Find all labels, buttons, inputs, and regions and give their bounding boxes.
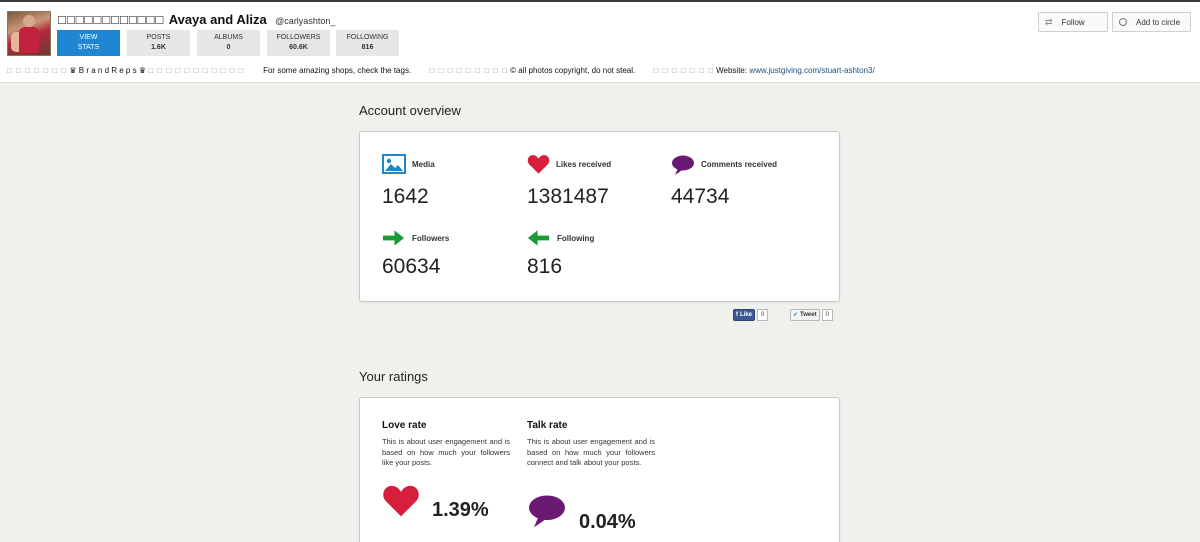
tweet-button[interactable]: ➶ Tweet: [790, 308, 820, 321]
ratings-card: Love rate This is about user engagement …: [359, 397, 840, 542]
albums-count: 0: [226, 44, 231, 51]
bio-website-label: Website:: [716, 66, 748, 75]
following-count: 816: [361, 44, 374, 51]
likes-value: 1381487: [527, 185, 609, 208]
twitter-bird-icon: ➶: [793, 312, 799, 318]
comments-value: 44734: [671, 185, 730, 208]
view-stats-label: VIEW: [79, 34, 98, 41]
add-to-circle-label: Add to circle: [1136, 17, 1181, 27]
heart-icon: [527, 155, 550, 174]
tweet-widget: ➶ Tweet 0: [790, 308, 833, 321]
albums-button[interactable]: ALBUMS 0: [197, 30, 260, 56]
talk-rate-description: This is about user engagement and is bas…: [527, 437, 655, 467]
bio-shops-text: For some amazing shops, check the tags.: [263, 66, 412, 75]
love-rate: Love rate This is about user engagement …: [382, 420, 510, 521]
followers-count: 60.6K: [289, 44, 308, 51]
love-rate-value: 1.39%: [432, 499, 489, 521]
profile-header: □□□□□□□□□□□□ Avaya and Aliza @carlyashto…: [0, 0, 1200, 83]
account-overview-title: Account overview: [359, 103, 461, 118]
account-overview-card: Media 1642 Likes received 1381487 Commen…: [359, 131, 840, 302]
speech-bubble-icon: [672, 155, 694, 175]
media-value: 1642: [382, 185, 429, 208]
tweet-label: Tweet: [800, 311, 817, 318]
following-button[interactable]: FOLLOWING 816: [336, 30, 399, 56]
view-stats-value: STATS: [77, 44, 100, 51]
followers-label: Followers: [412, 234, 450, 243]
profile-name-row: □□□□□□□□□□□□ Avaya and Aliza @carlyashto…: [58, 11, 335, 29]
talk-rate: Talk rate This is about user engagement …: [527, 420, 655, 533]
following-label: Following: [557, 234, 595, 243]
posts-label: POSTS: [146, 34, 171, 41]
view-stats-button[interactable]: VIEW STATS: [57, 30, 120, 56]
love-rate-title: Love rate: [382, 420, 427, 431]
facebook-like-widget: f Like 0: [733, 308, 769, 321]
image-icon: [382, 154, 406, 174]
talk-rate-title: Talk rate: [527, 420, 568, 431]
bio-squares: □ □ □ □ □ □ □ □ □: [429, 66, 508, 75]
followers-button[interactable]: FOLLOWERS 60.6K: [267, 30, 330, 56]
comments-label: Comments received: [701, 160, 778, 169]
love-rate-description: This is about user engagement and is bas…: [382, 437, 510, 467]
following-value: 816: [527, 255, 563, 278]
bio-squares: □ □ □ □ □ □ □: [653, 66, 714, 75]
media-label: Media: [412, 160, 435, 169]
facebook-like-button[interactable]: f Like: [733, 308, 756, 321]
likes-label: Likes received: [556, 160, 612, 169]
bio-squares: □ □ □ □ □ □ □: [7, 66, 68, 75]
follow-arrows-icon: ⇄: [1045, 16, 1053, 27]
ratings-title: Your ratings: [359, 369, 428, 384]
circle-icon: [1119, 18, 1127, 26]
bio-copyright-text: © all photos copyright, do not steal.: [510, 66, 636, 75]
facebook-like-count: 0: [757, 308, 769, 321]
profile-name-prefix: □□□□□□□□□□□□: [58, 12, 165, 27]
arrow-left-icon: [527, 230, 550, 246]
follow-label: Follow: [1061, 17, 1085, 27]
arrow-right-icon: [382, 230, 405, 246]
followers-value: 60634: [382, 255, 441, 278]
speech-bubble-icon: [529, 495, 565, 528]
bio-brandreps: ♛ B r a n d R e p s ♛: [69, 66, 146, 75]
profile-name: Avaya and Aliza: [168, 12, 267, 27]
profile-bio: □ □ □ □ □ □ □ ♛ B r a n d R e p s ♛ □ □ …: [7, 66, 875, 75]
following-label: FOLLOWING: [346, 34, 389, 41]
posts-count: 1.6K: [151, 44, 166, 51]
facebook-like-label: Like: [740, 311, 753, 318]
facebook-icon: f: [736, 311, 738, 318]
bio-squares: □ □ □ □ □ □ □ □ □ □ □: [148, 66, 245, 75]
add-to-circle-button[interactable]: Add to circle: [1112, 12, 1191, 32]
follow-button[interactable]: ⇄ Follow: [1038, 12, 1108, 32]
albums-label: ALBUMS: [214, 34, 243, 41]
profile-handle: @carlyashton_: [275, 16, 336, 26]
heart-icon: [383, 485, 419, 517]
bio-website-link[interactable]: www.justgiving.com/stuart-ashton3/: [749, 66, 874, 75]
avatar[interactable]: [7, 11, 51, 56]
talk-rate-value: 0.04%: [579, 511, 636, 533]
posts-button[interactable]: POSTS 1.6K: [127, 30, 190, 56]
followers-label: FOLLOWERS: [276, 34, 321, 41]
tweet-count: 0: [821, 308, 833, 321]
